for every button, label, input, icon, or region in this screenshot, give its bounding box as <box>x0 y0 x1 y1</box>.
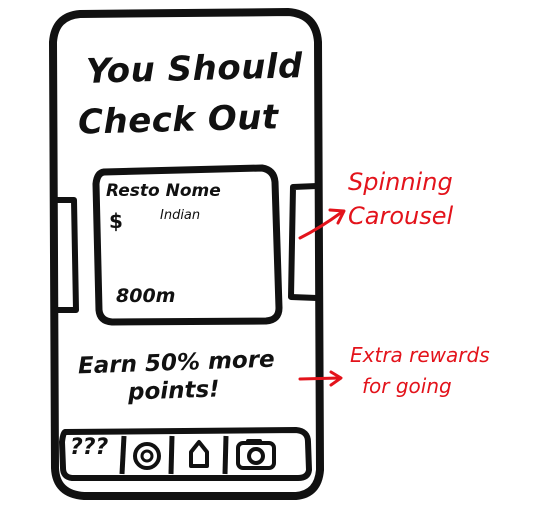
promo-text-line-2: points! <box>127 376 221 406</box>
rewards-note-line-2: for going <box>362 374 452 398</box>
page-title-line-1: You Should <box>85 46 304 92</box>
nav-divider <box>222 435 229 475</box>
rewards-note-line-1: Extra rewards <box>350 343 490 367</box>
price-level: $ <box>109 209 123 233</box>
nav-divider <box>119 435 127 475</box>
carousel-note-line-1: Spinning <box>348 168 453 196</box>
nav-item-unknown[interactable]: ??? <box>70 437 108 459</box>
restaurant-name: Resto Nome <box>106 181 221 201</box>
cuisine-type: Indian <box>160 208 201 223</box>
coin-icon[interactable] <box>133 442 161 470</box>
carousel-note-line-2: Carousel <box>348 202 454 230</box>
carousel-right-peek-card <box>288 183 318 301</box>
carousel-left-peek-card <box>56 197 79 313</box>
camera-icon[interactable] <box>236 439 276 470</box>
nav-divider <box>168 435 175 475</box>
distance-label: 800m <box>116 285 176 307</box>
bag-icon[interactable] <box>189 440 209 468</box>
page-title-line-2: Check Out <box>77 97 280 143</box>
